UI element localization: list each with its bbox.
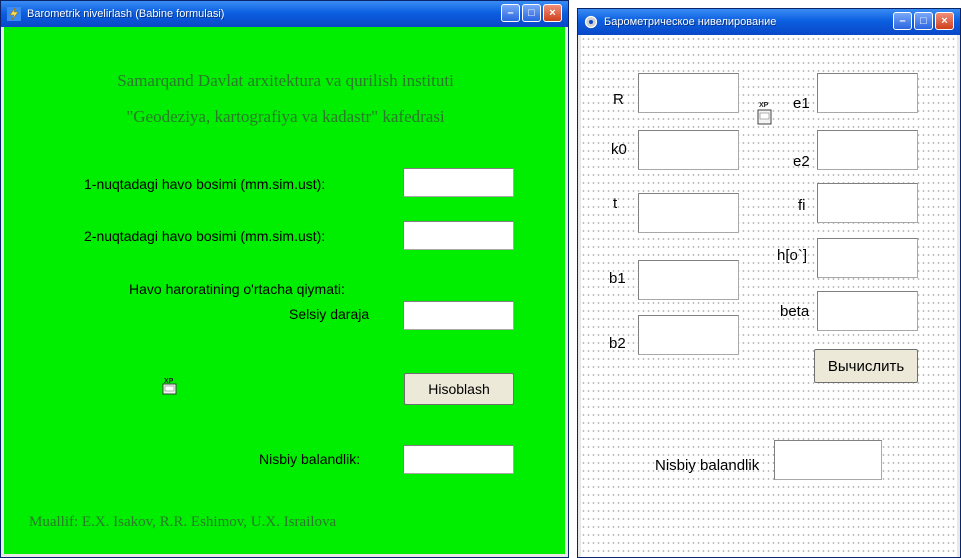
- department-name: "Geodeziya, kartografiya va kadastr" kaf…: [126, 107, 445, 126]
- field-beta[interactable]: [817, 291, 918, 331]
- minimize-icon[interactable]: –: [501, 4, 520, 22]
- hisoblash-button[interactable]: Hisoblash: [404, 373, 514, 405]
- field-b1[interactable]: [638, 260, 739, 300]
- pressure2-field[interactable]: [403, 221, 514, 250]
- vychislit-button[interactable]: Вычислить: [814, 349, 918, 383]
- maximize-icon[interactable]: □: [914, 12, 933, 30]
- svg-text:XP: XP: [759, 102, 769, 109]
- temperature-label: Havo haroratining o'rtacha qiymati:: [129, 281, 345, 297]
- minimize-icon[interactable]: –: [893, 12, 912, 30]
- relative-height-label: Nisbiy balandlik:: [259, 451, 361, 467]
- xp-component-icon: XP: [757, 102, 772, 125]
- left-window-controls: – □ ×: [501, 4, 562, 22]
- label-k0: k0: [611, 141, 627, 158]
- label-t: t: [613, 195, 618, 212]
- institute-name: Samarqand Davlat arxitektura va qurilish…: [117, 71, 454, 90]
- celsius-field[interactable]: [403, 301, 514, 330]
- relative-height-field[interactable]: [774, 440, 882, 480]
- maximize-icon[interactable]: □: [522, 4, 541, 22]
- right-window: Барометрическое нивелирование – □ × R k0…: [577, 8, 961, 558]
- left-window-title: Barometrik nivelirlash (Babine formulasi…: [27, 8, 225, 20]
- label-e1: e1: [793, 95, 810, 112]
- relative-height-label: Nisbiy balandlik: [655, 457, 760, 474]
- left-titlebar[interactable]: Barometrik nivelirlash (Babine formulasi…: [1, 1, 568, 27]
- close-icon[interactable]: ×: [543, 4, 562, 22]
- label-R: R: [613, 91, 624, 108]
- pressure1-field[interactable]: [403, 168, 514, 197]
- celsius-label: Selsiy daraja: [289, 306, 370, 322]
- relative-height-field[interactable]: [403, 445, 514, 474]
- label-e2: e2: [793, 153, 810, 170]
- author-line: Muallif: E.X. Isakov, R.R. Eshimov, U.X.…: [29, 514, 337, 530]
- pressure1-label: 1-nuqtadagi havo bosimi (mm.sim.ust):: [84, 176, 326, 192]
- right-window-title: Барометрическое нивелирование: [604, 16, 777, 28]
- field-t[interactable]: [638, 193, 739, 233]
- field-h[interactable]: [817, 238, 918, 278]
- lightning-app-icon: [7, 7, 21, 21]
- gear-app-icon: [584, 15, 598, 29]
- left-client-area: Samarqand Davlat arxitektura va qurilish…: [4, 27, 565, 554]
- svg-text:XP: XP: [164, 378, 174, 385]
- field-fi[interactable]: [817, 183, 918, 223]
- xp-component-icon: XP: [162, 378, 177, 395]
- field-e1[interactable]: [817, 73, 918, 113]
- right-window-controls: – □ ×: [893, 12, 954, 30]
- field-R[interactable]: [638, 73, 739, 113]
- field-k0[interactable]: [638, 130, 739, 170]
- right-client-area: R k0 t b1 b2 XP e1 e2 fi h[o`] beta Вычи…: [581, 35, 957, 557]
- right-titlebar[interactable]: Барометрическое нивелирование – □ ×: [578, 9, 960, 35]
- label-fi: fi: [798, 197, 806, 214]
- close-icon[interactable]: ×: [935, 12, 954, 30]
- pressure2-label: 2-nuqtadagi havo bosimi (mm.sim.ust):: [84, 228, 326, 244]
- field-b2[interactable]: [638, 315, 739, 355]
- field-e2[interactable]: [817, 130, 918, 170]
- label-b1: b1: [609, 270, 626, 287]
- label-h: h[o`]: [777, 247, 808, 264]
- label-beta: beta: [780, 303, 810, 320]
- label-b2: b2: [609, 335, 626, 352]
- left-window: Barometrik nivelirlash (Babine formulasi…: [0, 0, 569, 558]
